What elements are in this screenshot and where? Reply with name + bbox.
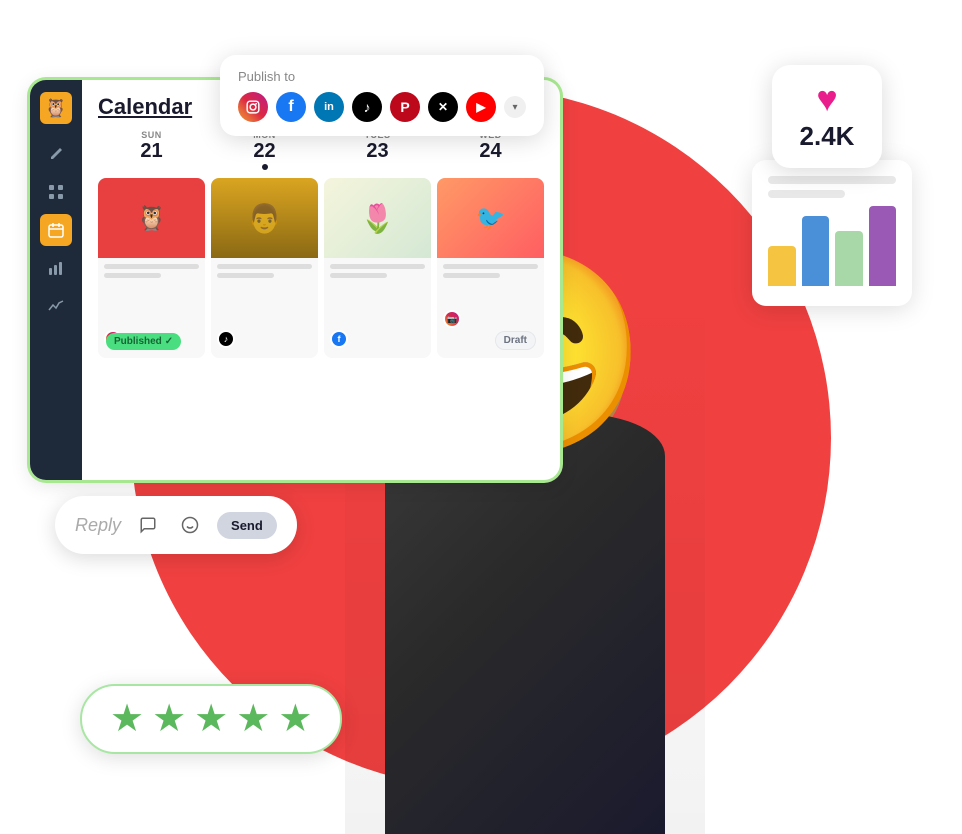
calendar-sidebar: 🦉 [30, 80, 82, 480]
cell-line-tues-2 [330, 273, 387, 278]
star-1: ★ [110, 700, 144, 738]
social-badge-instagram-wed: 📷 [443, 310, 461, 328]
day-header-sun: SUN 21 [98, 130, 205, 170]
chart-bar-4 [869, 206, 897, 286]
calendar-main: Calendar [82, 80, 560, 480]
publish-instagram-icon[interactable] [238, 92, 268, 122]
check-icon: ✓ [165, 336, 173, 347]
publish-youtube-icon[interactable]: ▶ [466, 92, 496, 122]
published-badge: Published ✓ [106, 333, 181, 350]
calendar-grid: 🦉 📷 Published ✓ 👨 [98, 178, 544, 358]
cell-line-mon-2 [217, 273, 274, 278]
publish-pinterest-icon[interactable]: P [390, 92, 420, 122]
cal-cell-mon: 👨 ♪ [211, 178, 318, 358]
cell-lines-wed [437, 258, 544, 288]
reply-placeholder-text[interactable]: Reply [75, 515, 121, 536]
social-badge-fb-tues: f [330, 330, 348, 348]
cell-lines-tues [324, 258, 431, 288]
chart-line-1 [768, 176, 896, 184]
sidebar-icon-calendar[interactable] [40, 214, 72, 246]
day-header-wed: WED 24 [437, 130, 544, 170]
calendar-card: 🦉 [30, 80, 560, 480]
cal-cell-sun: 🦉 📷 Published ✓ [98, 178, 205, 358]
days-header: SUN 21 MON 22 TUES 23 WED 24 [98, 130, 544, 170]
chart-line-2 [768, 190, 845, 198]
chart-card [752, 160, 912, 306]
star-3: ★ [194, 700, 228, 738]
star-5: ★ [278, 700, 312, 738]
hootsuite-logo: 🦉 [40, 92, 72, 124]
stars-rating-card: ★ ★ ★ ★ ★ [80, 684, 342, 754]
publish-expand-icon[interactable]: ▾ [504, 96, 526, 118]
sidebar-icon-analytics[interactable] [40, 252, 72, 284]
day-header-mon: MON 22 [211, 130, 318, 170]
publish-linkedin-icon[interactable]: in [314, 92, 344, 122]
day-number-sun: 21 [98, 140, 205, 162]
sidebar-icon-compose[interactable] [40, 138, 72, 170]
day-label-sun: SUN [98, 130, 205, 140]
reply-card: Reply Send [55, 496, 297, 554]
day-header-tues: TUES 23 [324, 130, 431, 170]
star-2: ★ [152, 700, 186, 738]
like-count: 2.4K [794, 121, 860, 152]
emoji-icon-btn[interactable] [175, 510, 205, 540]
publish-facebook-icon[interactable]: f [276, 92, 306, 122]
day-number-wed: 24 [437, 140, 544, 162]
cell-img-wed: 🐦 [437, 178, 544, 258]
day-number-tues: 23 [324, 140, 431, 162]
cell-line-1 [104, 264, 199, 269]
cell-lines-mon [211, 258, 318, 288]
sidebar-icon-grid[interactable] [40, 176, 72, 208]
chart-bar-1 [768, 246, 796, 286]
send-button[interactable]: Send [217, 512, 277, 539]
message-icon-btn[interactable] [133, 510, 163, 540]
cal-cell-tues: 🌷 f [324, 178, 431, 358]
star-4: ★ [236, 700, 270, 738]
cell-line-wed-2 [443, 273, 500, 278]
main-scene: 🦉 [0, 0, 962, 834]
cell-img-mon: 👨 [211, 178, 318, 258]
publish-tiktok-icon[interactable]: ♪ [352, 92, 382, 122]
cell-img-tues: 🌷 [324, 178, 431, 258]
like-card: ♥ 2.4K [772, 65, 882, 168]
draft-badge: Draft [495, 331, 536, 350]
publish-to-card: Publish to f in ♪ P ✕ ▶ ▾ [220, 55, 544, 136]
calendar-title: Calendar [98, 94, 192, 120]
chart-bar-3 [835, 231, 863, 286]
publish-to-label: Publish to [238, 69, 526, 84]
chart-bars [768, 210, 896, 290]
cell-lines-sun [98, 258, 205, 288]
cell-line-mon-1 [217, 264, 312, 269]
cell-line-tues-1 [330, 264, 425, 269]
cal-cell-wed: 🐦 📷 Draft [437, 178, 544, 358]
day-dot-mon [262, 164, 268, 170]
sidebar-icon-reports[interactable] [40, 290, 72, 322]
social-badge-tiktok-mon: ♪ [217, 330, 235, 348]
heart-icon: ♥ [794, 81, 860, 117]
publish-x-icon[interactable]: ✕ [428, 92, 458, 122]
sparkle-2: ✦✦ [814, 552, 832, 604]
cell-img-sun: 🦉 [98, 178, 205, 258]
cell-line-2 [104, 273, 161, 278]
chart-placeholder-lines [768, 176, 896, 198]
chart-bar-2 [802, 216, 830, 286]
social-icons-row: f in ♪ P ✕ ▶ ▾ [238, 92, 526, 122]
day-number-mon: 22 [211, 140, 318, 162]
cell-line-wed-1 [443, 264, 538, 269]
